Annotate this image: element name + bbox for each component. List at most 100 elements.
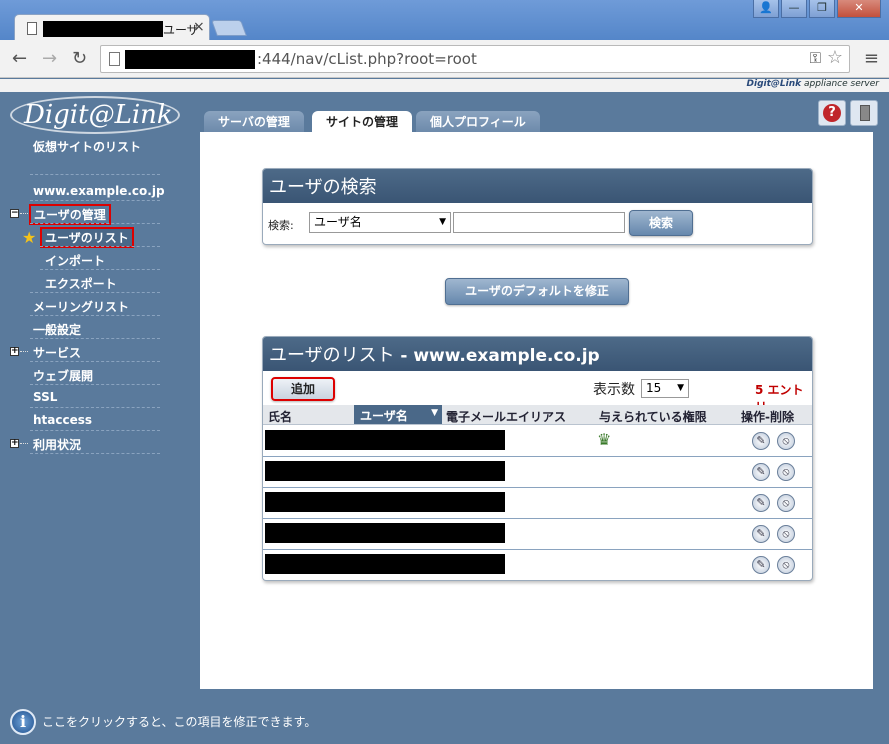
- search-button[interactable]: 検索: [629, 210, 693, 236]
- sidebar-item-ssl[interactable]: SSL: [33, 390, 57, 404]
- selected-value: ユーザ名: [314, 215, 362, 229]
- bookmark-star-icon[interactable]: ☆: [827, 47, 843, 68]
- logout-button[interactable]: [850, 100, 878, 126]
- edit-icon[interactable]: ✎: [752, 463, 770, 481]
- divider: [30, 338, 160, 339]
- door-icon: [860, 105, 870, 121]
- sidebar-item-user-list[interactable]: ユーザのリスト: [40, 227, 134, 248]
- new-tab-button[interactable]: [211, 20, 247, 36]
- status-text: ここをクリックすると、この項目を修正できます。: [42, 715, 317, 729]
- help-button[interactable]: ?: [818, 100, 846, 126]
- column-header-rights: 与えられている権限: [599, 410, 707, 424]
- user-icon[interactable]: 👤: [753, 0, 779, 18]
- delete-icon[interactable]: ⦸: [777, 525, 795, 543]
- table-row: ✎ ⦸: [263, 550, 812, 580]
- column-header-email-alias[interactable]: 電子メールエイリアス: [446, 408, 566, 425]
- star-icon: ★: [22, 228, 37, 247]
- per-page-label: 表示数: [593, 382, 635, 398]
- collapse-icon[interactable]: −: [10, 209, 19, 218]
- redacted-name: [265, 430, 505, 450]
- reload-icon[interactable]: ↻: [72, 48, 87, 69]
- delete-icon[interactable]: ⦸: [777, 463, 795, 481]
- edit-icon[interactable]: ✎: [752, 432, 770, 450]
- expand-icon[interactable]: +: [10, 347, 19, 356]
- redacted-name: [265, 461, 505, 481]
- tree-connector: [20, 213, 28, 214]
- divider: [30, 174, 160, 175]
- tab-profile[interactable]: 個人プロフィール: [416, 111, 540, 132]
- digitalink-logo: Digit@Link: [10, 96, 180, 134]
- divider: [30, 361, 160, 362]
- redacted-name: [265, 523, 505, 543]
- window-controls: 👤 — ❐ ✕: [753, 0, 881, 18]
- edit-user-defaults-button[interactable]: ユーザのデフォルトを修正: [445, 278, 629, 305]
- back-icon[interactable]: ←: [12, 48, 27, 69]
- selected-value: 15: [646, 381, 662, 395]
- address-bar[interactable]: :444/nav/cList.php?root=root ⚿ ☆: [100, 45, 850, 73]
- panel-title: ユーザの検索: [263, 169, 812, 203]
- info-icon: i: [10, 709, 36, 735]
- delete-icon[interactable]: ⦸: [777, 556, 795, 574]
- edit-icon[interactable]: ✎: [752, 525, 770, 543]
- tab-close-icon[interactable]: ×: [193, 19, 205, 35]
- sidebar-item-usage[interactable]: 利用状況: [33, 436, 81, 453]
- divider: [30, 384, 160, 385]
- delete-icon[interactable]: ⦸: [777, 494, 795, 512]
- close-window-icon[interactable]: ✕: [837, 0, 881, 18]
- browser-menu-icon[interactable]: ≡: [864, 48, 879, 69]
- add-user-button[interactable]: 追加: [271, 377, 335, 401]
- divider: [30, 407, 160, 408]
- redacted-host: [125, 50, 255, 69]
- search-field-select[interactable]: ユーザ名 ▼: [309, 212, 451, 233]
- sidebar-item-user-admin[interactable]: ユーザの管理: [29, 204, 111, 225]
- table-row: ♛ ✎ ⦸: [263, 426, 812, 457]
- delete-icon[interactable]: ⦸: [777, 432, 795, 450]
- table-row: ✎ ⦸: [263, 457, 812, 488]
- search-input[interactable]: [453, 212, 625, 233]
- tab-site-admin[interactable]: サイトの管理: [312, 111, 413, 132]
- tab-server-admin[interactable]: サーバの管理: [204, 111, 304, 132]
- tree-connector: [20, 351, 28, 352]
- browser-titlebar: ユーザ × 👤 — ❐ ✕: [0, 0, 889, 42]
- per-page-select[interactable]: 15 ▼: [641, 379, 689, 398]
- crown-admin-icon: ♛: [597, 430, 612, 449]
- sidebar-item-services[interactable]: サービス: [33, 344, 81, 361]
- search-label: 検索:: [268, 219, 294, 232]
- browser-tab[interactable]: ユーザ ×: [14, 14, 210, 42]
- sidebar-item-export[interactable]: エクスポート: [45, 275, 117, 292]
- appliance-strip: Digit@Link appliance server: [0, 79, 889, 92]
- column-header-name[interactable]: 氏名: [268, 408, 292, 425]
- url-text: :444/nav/cList.php?root=root: [257, 50, 477, 68]
- sidebar-item-mailing-list[interactable]: メーリングリスト: [33, 298, 129, 315]
- sidebar-item-site[interactable]: www.example.co.jp: [33, 184, 165, 198]
- browser-toolbar: ← → ↻ :444/nav/cList.php?root=root ⚿ ☆ ≡: [0, 40, 889, 78]
- table-row: ✎ ⦸: [263, 488, 812, 519]
- maximize-icon[interactable]: ❐: [809, 0, 835, 18]
- expand-icon[interactable]: +: [10, 439, 19, 448]
- divider: [40, 269, 160, 270]
- edit-icon[interactable]: ✎: [752, 494, 770, 512]
- table-header: 氏名 ユーザ名 ▼ 電子メールエイリアス 与えられている権限 操作-削除: [263, 405, 812, 425]
- status-bar: i ここをクリックすると、この項目を修正できます。: [0, 703, 889, 744]
- redacted-name: [265, 492, 505, 512]
- chevron-down-icon: ▼: [439, 217, 446, 227]
- sidebar-item-htaccess[interactable]: htaccess: [33, 413, 92, 427]
- sidebar-item-import[interactable]: インポート: [45, 252, 105, 269]
- sidebar: Digit@Link 仮想サイトのリスト www.example.co.jp −…: [0, 92, 200, 702]
- table-row: ✎ ⦸: [263, 519, 812, 550]
- main-content: ユーザの検索 検索: ユーザ名 ▼ 検索 ユーザのデフォルトを修正 ユーザのリス…: [200, 132, 873, 689]
- forward-icon[interactable]: →: [42, 48, 57, 69]
- sidebar-item-web-deploy[interactable]: ウェブ展開: [33, 367, 93, 384]
- sidebar-item-virtual-sites[interactable]: 仮想サイトのリスト: [33, 138, 141, 155]
- column-header-username[interactable]: ユーザ名 ▼: [354, 405, 442, 424]
- sidebar-item-general[interactable]: 一般設定: [33, 321, 81, 338]
- edit-icon[interactable]: ✎: [752, 556, 770, 574]
- appliance-label: Digit@Link appliance server: [746, 79, 879, 89]
- divider: [30, 315, 160, 316]
- redacted-title: [43, 21, 163, 37]
- user-list-panel: ユーザのリスト - www.example.co.jp 追加 表示数 15 ▼ …: [262, 336, 813, 581]
- sort-desc-icon: ▼: [431, 408, 438, 418]
- key-icon[interactable]: ⚿: [810, 49, 821, 67]
- minimize-icon[interactable]: —: [781, 0, 807, 18]
- divider: [30, 453, 160, 454]
